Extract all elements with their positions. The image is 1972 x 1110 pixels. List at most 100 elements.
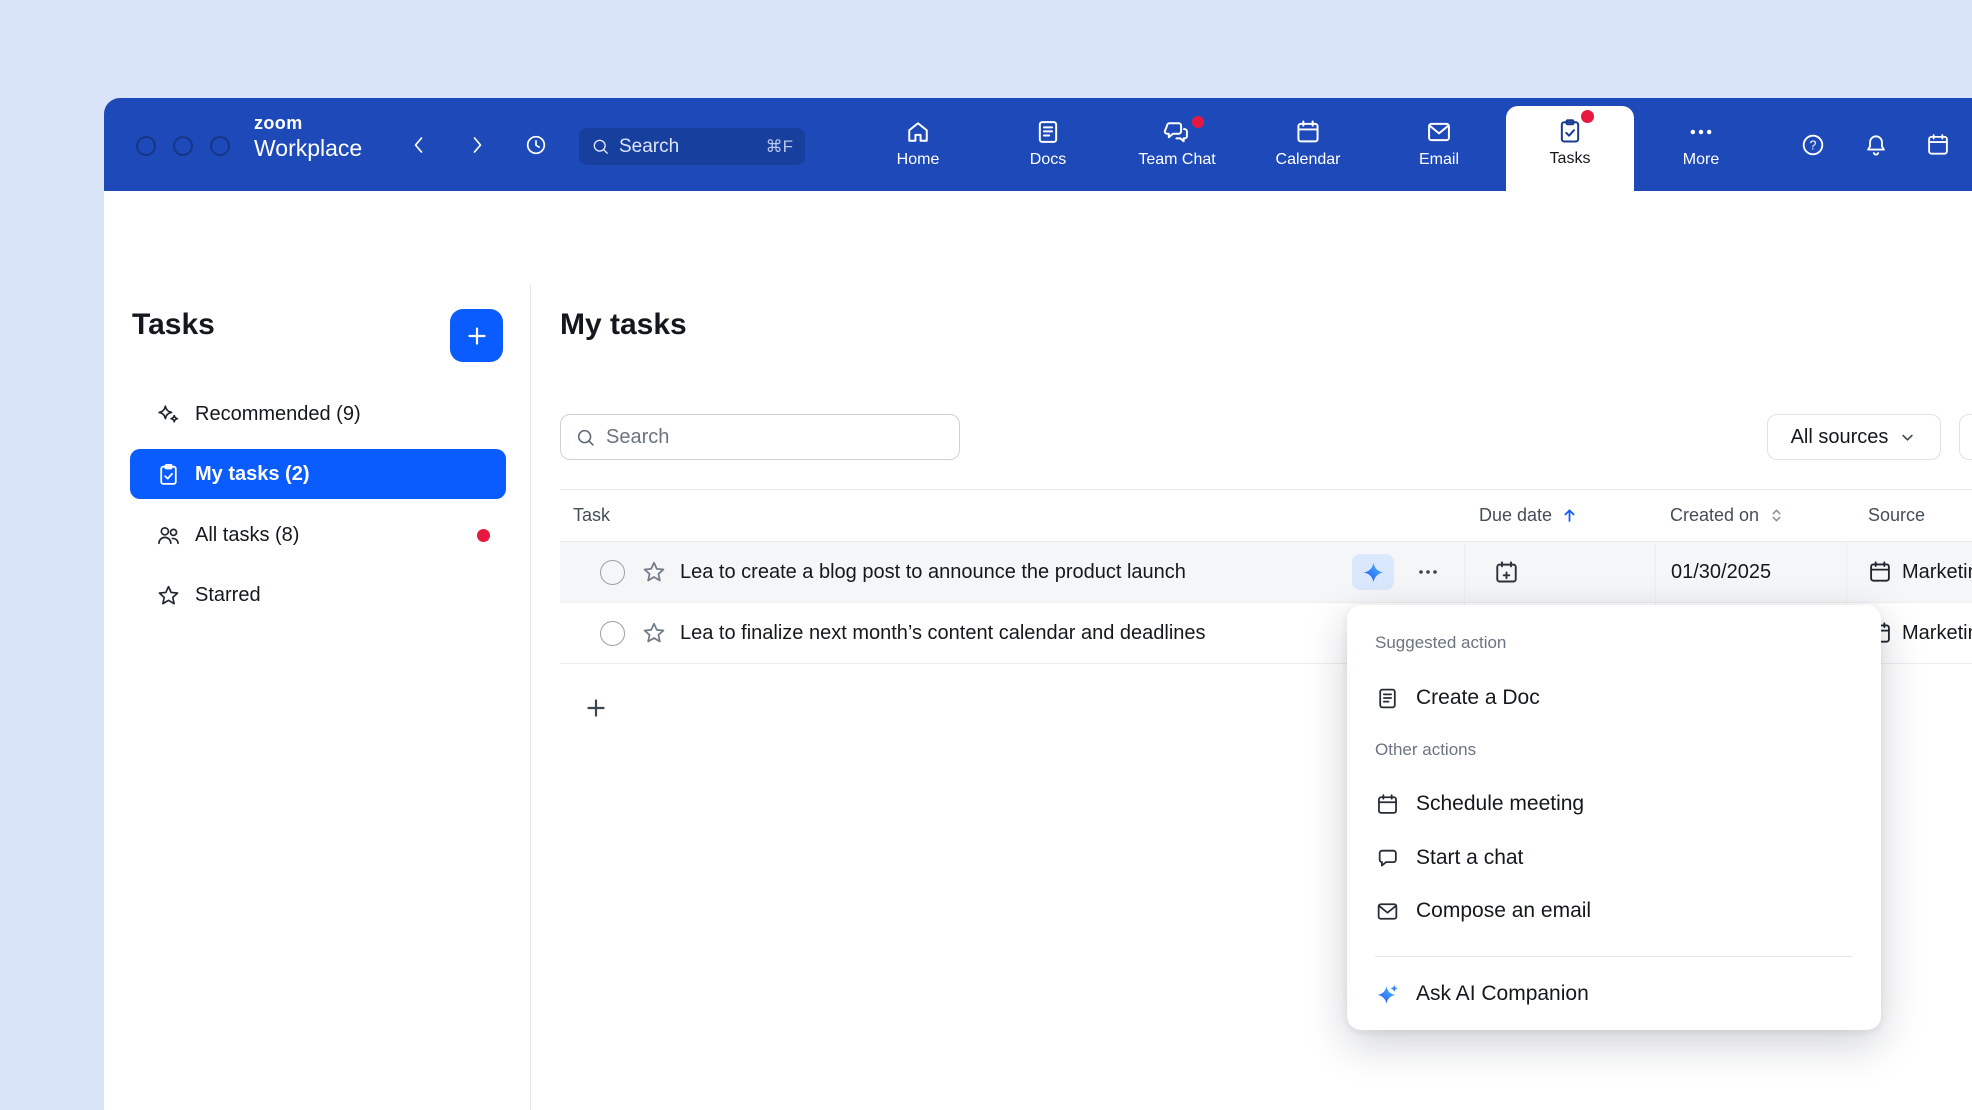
chevron-down-icon — [1898, 428, 1917, 447]
nav-docs[interactable]: Docs — [983, 118, 1113, 184]
calendar-icon — [1294, 118, 1322, 146]
sidebar-item-recommended[interactable]: Recommended (9) — [130, 389, 506, 439]
source-name: Marketing — [1902, 622, 1972, 645]
menu-item-label: Schedule meeting — [1416, 792, 1584, 816]
chevron-left-icon — [407, 133, 431, 157]
menu-item-label: Start a chat — [1416, 846, 1523, 870]
column-header-task: Task — [560, 490, 1464, 541]
search-icon — [591, 137, 610, 156]
ai-companion-actions-button[interactable] — [1352, 554, 1394, 590]
column-header-due-date[interactable]: Due date — [1464, 490, 1655, 541]
task-cell: Lea to finalize next month’s content cal… — [560, 603, 1464, 663]
menu-divider — [1375, 956, 1853, 957]
clock-history-icon — [524, 133, 548, 157]
my-tasks-panel: My tasks All sources Task Due date — [532, 284, 1972, 1110]
header: zoom Workplace Search ⌘F Home Docs Team … — [104, 98, 1972, 191]
window-control-dot[interactable] — [173, 136, 193, 156]
page-title: My tasks — [560, 308, 687, 342]
menu-item-start-chat[interactable]: Start a chat — [1361, 836, 1867, 880]
new-task-button[interactable] — [580, 692, 612, 724]
notifications-button[interactable] — [1858, 127, 1894, 163]
calendar-add-icon — [1493, 559, 1520, 586]
column-header-created-on[interactable]: Created on — [1655, 490, 1846, 541]
email-icon — [1375, 899, 1400, 924]
menu-item-compose-email[interactable]: Compose an email — [1361, 889, 1867, 933]
calendar-panel-button[interactable] — [1920, 127, 1956, 163]
svg-text:?: ? — [1810, 139, 1817, 153]
task-row[interactable]: Lea to create a blog post to announce th… — [560, 542, 1972, 603]
calendar-panel-icon — [1925, 132, 1951, 158]
tasks-notification-dot — [1581, 110, 1594, 123]
task-title: Lea to finalize next month’s content cal… — [680, 622, 1206, 645]
star-icon — [641, 620, 667, 646]
task-more-button[interactable] — [1408, 554, 1448, 590]
menu-section-label: Other actions — [1375, 740, 1476, 760]
bell-icon — [1863, 132, 1889, 158]
star-icon — [156, 583, 181, 608]
menu-section-label: Suggested action — [1375, 633, 1506, 653]
due-date-cell — [1464, 542, 1655, 602]
star-task-button[interactable] — [641, 559, 667, 585]
nav-tasks-active-tab[interactable]: Tasks — [1506, 106, 1634, 191]
task-complete-radio[interactable] — [600, 621, 625, 646]
add-task-button[interactable] — [450, 309, 503, 362]
menu-item-schedule-meeting[interactable]: Schedule meeting — [1361, 782, 1867, 826]
doc-icon — [1375, 686, 1400, 711]
search-shortcut-hint: ⌘F — [766, 137, 793, 157]
nav-home[interactable]: Home — [853, 118, 983, 184]
global-search-placeholder: Search — [619, 136, 757, 158]
source-calendar-icon — [1867, 559, 1893, 585]
help-icon: ? — [1800, 132, 1826, 158]
nav-more[interactable]: More — [1636, 118, 1766, 184]
team-chat-icon — [1163, 118, 1191, 146]
plus-icon — [583, 695, 609, 721]
tasks-icon — [1556, 117, 1584, 145]
workplace-wordmark: Workplace — [254, 137, 362, 160]
menu-item-create-doc[interactable]: Create a Doc — [1361, 676, 1867, 720]
task-complete-radio[interactable] — [600, 560, 625, 585]
nav-email[interactable]: Email — [1374, 118, 1504, 184]
sidebar-title: Tasks — [132, 308, 215, 342]
history-button[interactable] — [518, 127, 554, 163]
team-chat-notification-dot — [1192, 116, 1204, 128]
source-cell: Marketing — [1846, 542, 1972, 602]
people-icon — [156, 523, 181, 548]
sidebar-item-label: My tasks (2) — [195, 463, 310, 486]
back-button[interactable] — [401, 127, 437, 163]
menu-item-ask-ai-companion[interactable]: Ask AI Companion — [1361, 972, 1867, 1016]
column-header-source: Source — [1846, 490, 1972, 541]
ai-sparkle-icon — [1375, 982, 1400, 1007]
ai-actions-menu: Suggested action Create a Doc Other acti… — [1347, 605, 1881, 1030]
add-due-date-button[interactable] — [1493, 559, 1520, 586]
star-task-button[interactable] — [641, 620, 667, 646]
sidebar-item-label: Recommended (9) — [195, 403, 361, 426]
sparkles-icon — [156, 402, 181, 427]
ellipsis-icon — [1416, 560, 1440, 584]
nav-label: More — [1683, 151, 1719, 169]
sources-filter-label: All sources — [1791, 426, 1889, 449]
chat-icon — [1375, 846, 1400, 871]
created-on-date: 01/30/2025 — [1671, 561, 1771, 584]
created-on-cell: 01/30/2025 — [1655, 542, 1846, 602]
email-icon — [1425, 118, 1453, 146]
menu-item-label: Create a Doc — [1416, 686, 1540, 710]
sidebar-item-all-tasks[interactable]: All tasks (8) — [130, 510, 506, 560]
menu-item-label: Ask AI Companion — [1416, 982, 1589, 1006]
help-button[interactable]: ? — [1795, 127, 1831, 163]
filter-button-clipped[interactable] — [1959, 414, 1972, 460]
chevron-right-icon — [465, 133, 489, 157]
forward-button[interactable] — [459, 127, 495, 163]
sidebar-item-my-tasks[interactable]: My tasks (2) — [130, 449, 506, 499]
sidebar-item-label: All tasks (8) — [195, 524, 299, 547]
window-control-dot[interactable] — [136, 136, 156, 156]
app-window: zoom Workplace Search ⌘F Home Docs Team … — [104, 98, 1972, 1110]
nav-calendar[interactable]: Calendar — [1243, 118, 1373, 184]
nav-label: Calendar — [1276, 151, 1341, 169]
nav-team-chat[interactable]: Team Chat — [1112, 118, 1242, 184]
window-control-dot[interactable] — [210, 136, 230, 156]
sidebar-item-starred[interactable]: Starred — [130, 570, 506, 620]
task-search-input[interactable] — [606, 426, 945, 449]
global-search[interactable]: Search ⌘F — [579, 128, 805, 165]
calendar-icon — [1375, 792, 1400, 817]
sources-filter-dropdown[interactable]: All sources — [1767, 414, 1941, 460]
